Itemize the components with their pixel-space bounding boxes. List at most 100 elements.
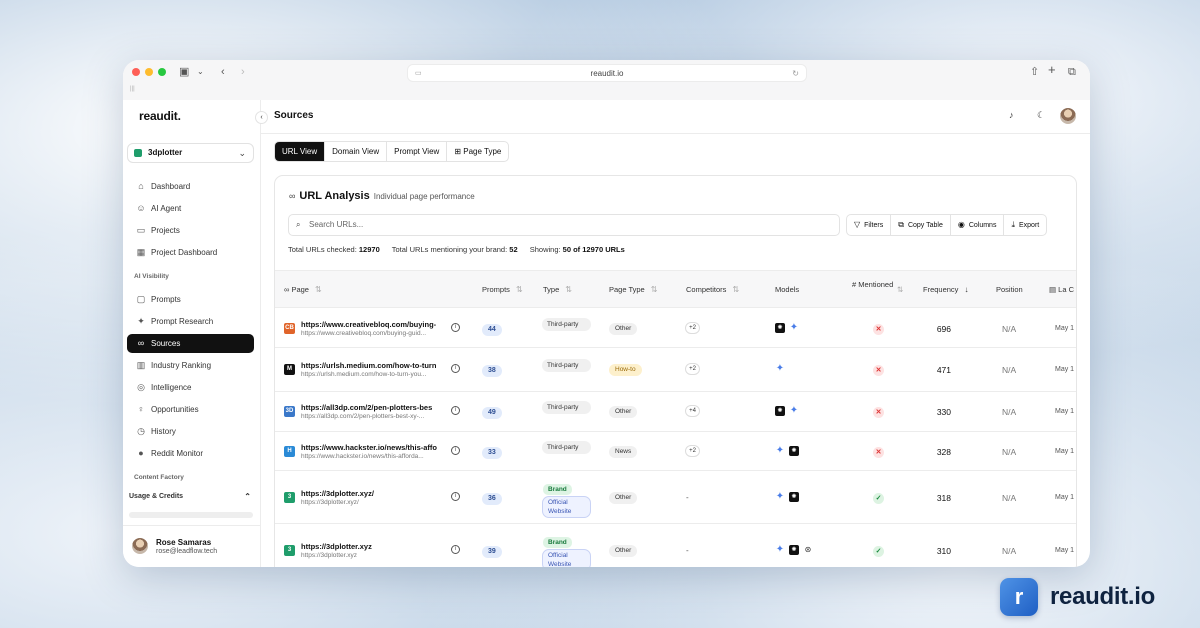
page-url-full: https://all3dp.com/2/pen-plotters-best-x… — [301, 413, 425, 420]
forward-arrow-icon[interactable]: › — [241, 66, 245, 78]
column-models[interactable]: Models — [775, 271, 799, 309]
reload-icon[interactable]: ↻ — [792, 65, 799, 82]
page-type-badge: News — [609, 445, 638, 458]
sidebar-item-label: Industry Ranking — [151, 361, 212, 370]
info-icon[interactable]: i — [451, 491, 460, 501]
header-avatar[interactable] — [1060, 108, 1076, 124]
sidebar-item-ai-agent[interactable]: ☺ AI Agent — [127, 199, 254, 218]
column-label: Models — [775, 285, 800, 294]
columns-button[interactable]: ◉ Columns — [951, 215, 1005, 235]
page-url[interactable]: https://3dplotter.xyz — [301, 542, 443, 551]
usage-bar — [129, 512, 253, 518]
mentioned-status-icon: ✓ — [873, 492, 884, 504]
sidebar-toggle-icon[interactable]: ▣ — [179, 66, 189, 78]
chatgpt-icon: ✺ — [789, 491, 799, 502]
share-icon[interactable]: ⇧ — [1030, 66, 1039, 78]
column-position[interactable]: Position — [996, 271, 1023, 309]
sidebar-item-history[interactable]: ◷ History — [127, 422, 254, 441]
sidebar-item-intelligence[interactable]: ◎ Intelligence — [127, 378, 254, 397]
column-last[interactable]: ▤ La C — [1049, 271, 1074, 309]
table-row[interactable]: 3D https://all3dp.com/2/pen-plotters-bes h… — [275, 392, 1076, 432]
sidebar-item-sources[interactable]: ∞ Sources — [127, 334, 254, 353]
back-arrow-icon[interactable]: ‹ — [221, 66, 225, 78]
column-frequency[interactable]: Frequency ↓ — [923, 271, 968, 309]
bell-icon[interactable]: ♪ — [1009, 110, 1014, 120]
info-icon[interactable]: i — [451, 445, 460, 455]
filters-button[interactable]: ▽ Filters — [847, 215, 892, 235]
new-tab-icon[interactable]: + — [1048, 63, 1056, 76]
column-type[interactable]: Type ⇅ — [543, 271, 572, 309]
info-icon[interactable]: i — [451, 406, 460, 415]
sort-icon[interactable]: ⇅ — [897, 271, 903, 309]
page-title: Sources — [274, 110, 314, 121]
moon-icon[interactable]: ☾ — [1037, 110, 1045, 121]
page-url[interactable]: https://www.creativebloq.com/buying- — [301, 320, 443, 329]
sidebar-item-prompts[interactable]: ▢ Prompts — [127, 290, 254, 309]
calendar-icon: ▤ — [1049, 285, 1059, 294]
page-url[interactable]: https://urlsh.medium.com/how-to-turn — [301, 361, 443, 370]
sidebar-item-prompt-research[interactable]: ✦ Prompt Research — [127, 312, 254, 331]
tab-prompt-view[interactable]: Prompt View — [387, 142, 448, 161]
copy-table-button[interactable]: ⧉ Copy Table — [891, 215, 951, 235]
column-page-type[interactable]: Page Type ⇅ — [609, 271, 657, 309]
type-badge: Official Website — [542, 548, 591, 567]
maximize-window-button[interactable] — [158, 68, 166, 76]
page-url[interactable]: https://all3dp.com/2/pen-plotters-bes — [301, 403, 443, 412]
gemini-icon: ✦ — [775, 444, 785, 456]
tab-page-type[interactable]: ⊞ Page Type — [447, 142, 508, 161]
sort-icon: ⇅ — [515, 285, 523, 294]
chevron-down-icon[interactable]: ⌄ — [197, 66, 204, 78]
column-mentioned[interactable]: # Mentioned — [852, 280, 893, 290]
table-row[interactable]: Hhttps://www.hackster.io/news/this-affo h… — [275, 432, 1076, 471]
competitors-badge[interactable]: +2 — [685, 321, 700, 334]
sidebar-item-industry-ranking[interactable]: ▥ Industry Ranking — [127, 356, 254, 375]
models-list: ✦ ✺ ⊛ — [775, 544, 813, 555]
column-prompts[interactable]: Prompts ⇅ — [482, 271, 523, 309]
table-row[interactable]: 3 https://3dplotter.xyz/https://3dplotter… — [275, 471, 1076, 524]
stat-value: 12970 — [358, 245, 380, 254]
column-page[interactable]: ∞ Page ⇅ — [284, 271, 322, 309]
sidebar: reaudit. ‹ 3dplotter ⌄ ⌂ Dashboard ☺ AI Ag… — [123, 100, 268, 567]
project-selector[interactable]: 3dplotter ⌄ — [127, 143, 254, 163]
sidebar-item-projects[interactable]: ▭ Projects — [127, 221, 254, 240]
brand-badge: Brand — [543, 483, 572, 495]
favicon-icon: CB — [284, 322, 295, 334]
tab-url-view[interactable]: URL View — [275, 142, 326, 161]
info-icon[interactable]: i — [451, 322, 460, 332]
mentioned-status-icon: ✓ — [873, 545, 884, 557]
reaudit-brand-text: reaudit.io — [1050, 583, 1156, 610]
close-window-button[interactable] — [132, 68, 140, 76]
competitors-badge[interactable]: +4 — [685, 405, 700, 417]
competitors-badge[interactable]: +2 — [685, 444, 700, 457]
table-row[interactable]: Mhttps://urlsh.medium.com/how-to-turn htt… — [275, 348, 1076, 392]
page-url[interactable]: https://www.hackster.io/news/this-affo — [301, 443, 443, 452]
columns-label: Columns — [968, 222, 997, 229]
info-icon[interactable]: i — [451, 544, 460, 554]
sidebar-item-dashboard[interactable]: ⌂ Dashboard — [127, 177, 254, 196]
prompts-count: 44 — [482, 323, 502, 336]
table-row[interactable]: 3 https://3dplotter.xyz https://3dplotter.… — [275, 524, 1076, 567]
usage-credits-toggle[interactable]: Usage & Credits ⌃ — [129, 492, 253, 501]
last-checked-value: May 1 — [1055, 546, 1075, 554]
competitors-badge[interactable]: +2 — [685, 363, 700, 375]
column-competitors[interactable]: Competitors ⇅ — [686, 271, 739, 309]
last-checked-value: May 1 — [1055, 366, 1075, 373]
page-url[interactable]: https://3dplotter.xyz/ — [301, 489, 443, 498]
export-button[interactable]: ⤓ Export — [1004, 215, 1046, 235]
search-input[interactable]: ⌕ Search URLs... — [288, 214, 840, 236]
mentioned-status-icon: ✕ — [873, 365, 884, 376]
table-row[interactable]: CB https://www.creativebloq.com/buying-ht… — [275, 309, 1076, 348]
info-icon[interactable]: i — [451, 364, 460, 373]
tab-domain-view[interactable]: Domain View — [325, 142, 388, 161]
sidebar-item-opportunities[interactable]: ♀ Opportunities — [127, 400, 254, 419]
tabs-overview-icon[interactable]: ⧉ — [1068, 66, 1076, 78]
sidebar-item-project-dashboard[interactable]: ▦ Project Dashboard — [127, 243, 254, 262]
column-label: Position — [996, 285, 1023, 294]
sidebar-item-reddit-monitor[interactable]: ● Reddit Monitor — [127, 444, 254, 463]
robot-icon: ☺ — [136, 203, 146, 213]
sparkle-icon: ✦ — [137, 316, 145, 326]
folder-icon: ▭ — [136, 225, 146, 235]
minimize-window-button[interactable] — [145, 68, 153, 76]
table-header: ∞ Page ⇅ Prompts ⇅ Type ⇅ Page Type ⇅ Compet… — [275, 270, 1076, 309]
address-bar[interactable]: ▭ reaudit.io ↻ — [407, 64, 807, 82]
